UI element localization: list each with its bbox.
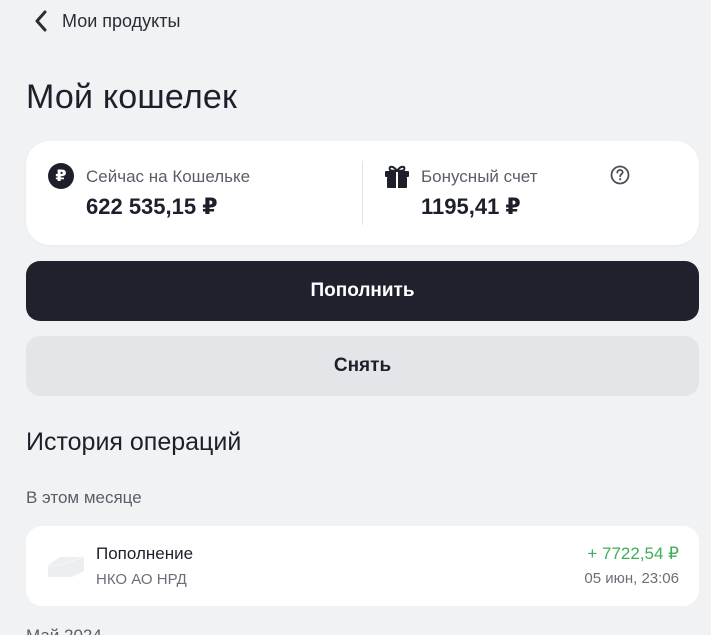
operation-date: 05 июн, 23:06 [584, 570, 679, 587]
withdraw-button[interactable]: Снять [26, 336, 699, 396]
bank-logo-icon [48, 556, 85, 577]
wallet-balance-label: Сейчас на Кошельке [86, 167, 251, 186]
topup-button[interactable]: Пополнить [26, 261, 699, 321]
operation-item[interactable]: Пополнение НКО АО НРД + 7722,54 ₽ 05 июн… [26, 526, 699, 606]
balance-divider [362, 161, 363, 225]
balance-card: ₽ Сейчас на Кошельке 622 535,15 ₽ Бонусн… [26, 141, 699, 245]
wallet-page: Мои продукты Мой кошелек ₽ Сейчас на Кош… [0, 0, 711, 635]
gift-icon [385, 165, 409, 188]
chevron-left-icon [35, 10, 47, 32]
operation-counterparty: НКО АО НРД [96, 571, 187, 588]
bonus-balance-label: Бонусный счет [421, 167, 538, 186]
history-group-label: Май 2024 [26, 626, 102, 635]
operation-amount: + 7722,54 ₽ [587, 544, 679, 563]
ruble-icon: ₽ [48, 163, 74, 189]
question-icon[interactable] [610, 165, 630, 185]
operation-name: Пополнение [96, 544, 194, 563]
history-title: История операций [26, 428, 242, 456]
bonus-balance-amount: 1195,41 ₽ [421, 194, 521, 219]
wallet-balance[interactable]: ₽ Сейчас на Кошельке 622 535,15 ₽ [48, 141, 358, 245]
page-title: Мой кошелек [26, 78, 238, 116]
history-group-label: В этом месяце [26, 488, 142, 507]
back-link-label: Мои продукты [62, 10, 181, 31]
bonus-balance[interactable]: Бонусный счет 1195,41 ₽ [383, 141, 683, 245]
wallet-balance-amount: 622 535,15 ₽ [86, 194, 218, 219]
back-link[interactable]: Мои продукты [34, 10, 180, 32]
